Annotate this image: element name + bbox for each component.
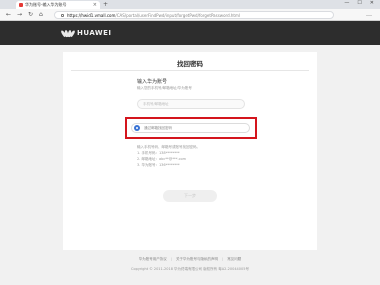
footer-copyright: Copyright © 2011-2018 华为终端有限公司 版权所有 粤A2-… — [131, 267, 249, 271]
huawei-logo[interactable]: HUAWEI — [60, 28, 112, 38]
browser-tab-bar: 华为账号-输入华为账号 × + — ☐ ✕ — [0, 0, 380, 9]
footer-separator: | — [170, 257, 172, 261]
huawei-favicon-icon — [19, 3, 23, 7]
find-password-card: 找回密码 输入华为账号 输入您的手机号/邮箱地址/华为账号 通过邮箱找回密码 输… — [63, 52, 317, 250]
section-heading: 输入华为账号 — [137, 79, 168, 85]
highlighted-method-option: 通过邮箱找回密码 — [125, 117, 257, 139]
site-header: HUAWEI — [0, 21, 380, 45]
window-controls: — ☐ ✕ — [344, 0, 374, 6]
footer-link-privacy[interactable]: 关于华为账号与隐私的声明 — [176, 257, 218, 262]
radio-selected-icon[interactable] — [134, 125, 140, 131]
address-bar[interactable]: https://hwid1.vmall.com /CAS/portal/user… — [54, 11, 334, 19]
reload-icon[interactable]: ↻ — [28, 11, 33, 18]
page-title: 找回密码 — [177, 60, 203, 68]
footer-separator: | — [222, 257, 224, 261]
new-tab-icon[interactable]: + — [103, 1, 108, 8]
section-subtitle: 输入您的手机号/邮箱地址/华为账号 — [137, 86, 192, 90]
maximize-icon[interactable]: ☐ — [357, 0, 361, 6]
home-icon[interactable]: ⌂ — [39, 11, 43, 18]
footer-link-agreement[interactable]: 华为账号用户协议 — [139, 257, 167, 262]
tab-title: 华为账号-输入华为账号 — [25, 2, 67, 7]
next-button[interactable]: 下一步 — [163, 190, 217, 202]
more-icon[interactable]: … — [366, 11, 372, 18]
footer-link-faq[interactable]: 常见问题 — [227, 257, 241, 262]
account-input[interactable] — [137, 99, 245, 109]
options-list: 输入手机号码、邮箱号或账号找回密码。 1. 手机号码：138******** 2… — [137, 144, 200, 168]
browser-tab[interactable]: 华为账号-输入华为账号 × — [16, 1, 100, 9]
forward-icon[interactable]: → — [17, 11, 22, 18]
title-divider — [71, 70, 309, 71]
method-option-email[interactable]: 通过邮箱找回密码 — [131, 123, 250, 133]
url-path: /CAS/portal/userFindPwd/input/forgetPwd/… — [115, 12, 241, 18]
browser-toolbar: ← → ↻ ⌂ https://hwid1.vmall.com /CAS/por… — [0, 9, 380, 21]
close-window-icon[interactable]: ✕ — [370, 0, 374, 6]
logo-text: HUAWEI — [77, 28, 112, 37]
footer-links: 华为账号用户协议 | 关于华为账号与隐私的声明 | 常见问题 — [0, 257, 380, 262]
tab-close-icon[interactable]: × — [93, 2, 97, 8]
minimize-icon[interactable]: — — [344, 0, 349, 6]
method-option-label: 通过邮箱找回密码 — [144, 125, 172, 130]
back-icon[interactable]: ← — [6, 11, 11, 18]
huawei-petal-logo-icon — [60, 28, 76, 38]
option-item: 3. 华为账号：136******** — [137, 163, 180, 167]
lock-icon — [61, 13, 64, 17]
url-domain: https://hwid1.vmall.com — [67, 12, 116, 18]
